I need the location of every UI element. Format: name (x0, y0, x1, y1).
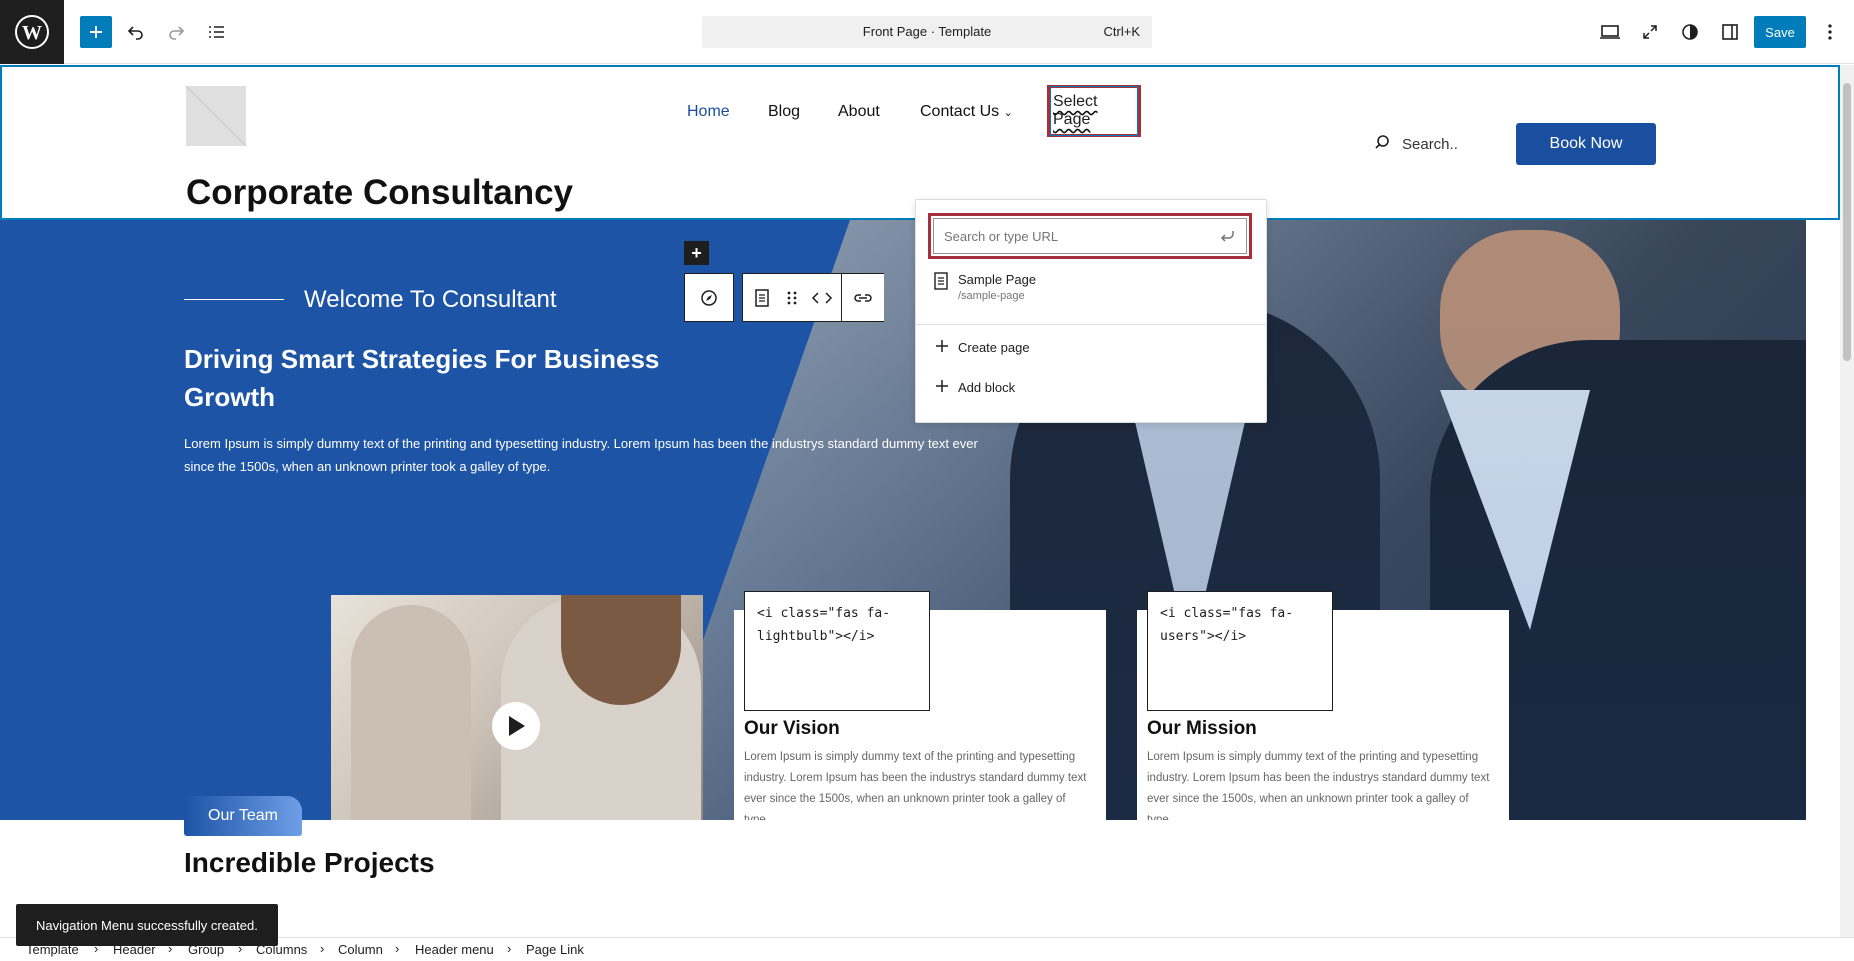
our-team-button[interactable]: Our Team (184, 796, 302, 836)
suggestion-slug: /sample-page (958, 290, 1025, 302)
search-label: Search.. (1402, 135, 1458, 153)
editor-top-bar: W Front Page · Template Ctrl+K Save (0, 0, 1854, 64)
svg-text:W: W (22, 22, 42, 44)
link-icon[interactable] (848, 283, 878, 313)
drag-handle-icon[interactable] (777, 283, 807, 313)
save-button[interactable]: Save (1754, 16, 1806, 48)
header-search[interactable]: Search.. (1374, 134, 1458, 154)
hero-section: Welcome To Consultant Driving Smart Stra… (0, 220, 1806, 820)
vision-title[interactable]: Our Vision (744, 718, 840, 740)
chevron-right-icon: › (395, 941, 400, 956)
nav-item-about[interactable]: About (838, 103, 880, 121)
page-link-label[interactable]: Select Page (1050, 86, 1138, 136)
play-icon[interactable] (492, 702, 540, 750)
nav-item-contact-us[interactable]: Contact Us ⌄ (920, 103, 1013, 121)
site-header[interactable]: Corporate Consultancy Home Blog About Co… (0, 65, 1840, 220)
hero-paragraph[interactable]: Lorem Ipsum is simply dummy text of the … (184, 432, 1004, 478)
nav-item-home[interactable]: Home (687, 103, 730, 121)
book-now-button[interactable]: Book Now (1516, 123, 1656, 165)
welcome-divider (184, 299, 284, 300)
toolbar-group-block (742, 273, 841, 322)
move-left-right-icon[interactable] (807, 283, 837, 313)
desktop-view-icon[interactable] (1594, 16, 1626, 48)
chevron-right-icon: › (507, 941, 512, 956)
popover-divider (916, 324, 1266, 325)
breadcrumb-column[interactable]: Column (338, 942, 383, 957)
mission-icon-html-block[interactable]: <i class="fas fa-users"></i> (1147, 591, 1333, 711)
suggestion-sample-page[interactable]: Sample Page /sample-page (934, 272, 1036, 302)
nav-item-contact-label: Contact Us (920, 103, 1000, 120)
submit-return-icon[interactable] (1219, 228, 1237, 249)
fullscreen-icon[interactable] (1634, 16, 1666, 48)
create-page-label: Create page (958, 340, 1030, 355)
shortcut-hint: Ctrl+K (1103, 24, 1140, 39)
site-logo-placeholder[interactable] (186, 86, 246, 146)
site-title[interactable]: Corporate Consultancy (186, 173, 573, 213)
chevron-right-icon: › (320, 941, 325, 956)
url-input-highlight (928, 213, 1252, 259)
plus-icon (936, 380, 948, 395)
wordpress-logo-icon[interactable]: W (0, 0, 64, 64)
mission-text[interactable]: Lorem Ipsum is simply dummy text of the … (1147, 747, 1493, 820)
plus-icon (936, 340, 948, 355)
toolbar-group-parent (684, 273, 734, 322)
options-menu-icon[interactable] (1814, 16, 1846, 48)
url-search-input[interactable] (933, 218, 1247, 254)
undo-icon[interactable] (120, 16, 152, 48)
block-toolbar (684, 273, 884, 322)
document-overview-icon[interactable] (200, 16, 232, 48)
add-block-button[interactable]: Add block (936, 380, 1015, 395)
snackbar-notice[interactable]: Navigation Menu successfully created. (16, 904, 278, 946)
canvas-scrollbar[interactable] (1840, 65, 1854, 937)
nav-item-select-page[interactable]: Select Page (1047, 85, 1141, 137)
toolbar-group-link (841, 273, 884, 322)
link-control-popover: Sample Page /sample-page Create page Add… (915, 199, 1267, 423)
block-inserter-icon[interactable]: + (684, 241, 709, 265)
projects-heading[interactable]: Incredible Projects (184, 847, 435, 879)
navigation-compass-icon[interactable] (694, 283, 724, 313)
mission-title[interactable]: Our Mission (1147, 718, 1257, 740)
styles-icon[interactable] (1674, 16, 1706, 48)
breadcrumb-header-menu[interactable]: Header menu (415, 942, 494, 957)
template-title: Front Page · Template (862, 24, 992, 39)
nav-item-blog[interactable]: Blog (768, 103, 800, 121)
suggestion-title: Sample Page (958, 272, 1037, 287)
add-block-label: Add block (958, 380, 1016, 395)
search-icon (1374, 134, 1390, 154)
vision-text[interactable]: Lorem Ipsum is simply dummy text of the … (744, 747, 1090, 820)
settings-sidebar-icon[interactable] (1714, 16, 1746, 48)
add-block-icon[interactable] (80, 16, 112, 48)
scrollbar-thumb[interactable] (1843, 83, 1851, 361)
breadcrumb-page-link[interactable]: Page Link (526, 942, 584, 957)
command-palette-bar[interactable]: Front Page · Template Ctrl+K (702, 16, 1152, 48)
editor-canvas: Corporate Consultancy Home Blog About Co… (0, 65, 1840, 937)
video-person-1 (351, 605, 471, 820)
page-block-icon[interactable] (747, 283, 777, 313)
vision-icon-html-block[interactable]: <i class="fas fa-lightbulb"></i> (744, 591, 930, 711)
video-thumbnail[interactable] (331, 595, 703, 820)
chevron-down-icon: ⌄ (1003, 107, 1013, 119)
page-icon (934, 272, 948, 302)
hero-heading[interactable]: Driving Smart Strategies For Business Gr… (184, 340, 744, 416)
create-page-button[interactable]: Create page (936, 340, 1030, 355)
welcome-subtitle[interactable]: Welcome To Consultant (304, 286, 557, 314)
block-breadcrumb: Template › Header › Group › Columns › Co… (0, 937, 1854, 961)
redo-icon[interactable] (160, 16, 192, 48)
